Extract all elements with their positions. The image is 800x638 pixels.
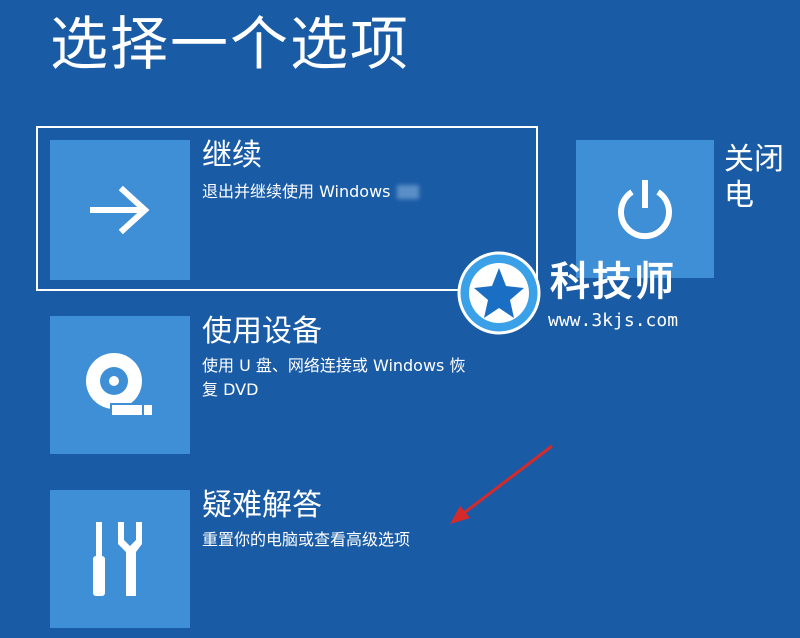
continue-desc: 退出并继续使用 Windows xyxy=(202,180,419,204)
watermark-title: 科技师 xyxy=(550,259,676,305)
page-title: 选择一个选项 xyxy=(50,10,411,78)
use-device-title: 使用设备 xyxy=(202,314,322,349)
watermark-logo-icon xyxy=(457,251,541,335)
troubleshoot-tile xyxy=(50,490,190,628)
tools-icon xyxy=(93,522,142,596)
troubleshoot-title: 疑难解答 xyxy=(202,488,322,523)
troubleshoot-desc: 重置你的电脑或查看高级选项 xyxy=(202,530,411,549)
disc-drive-icon xyxy=(86,353,152,417)
annotation-arrow xyxy=(450,444,553,524)
arrow-right-icon xyxy=(90,185,150,235)
use-device-desc-line2: 复 DVD xyxy=(202,380,259,399)
power-icon xyxy=(618,180,672,240)
continue-title: 继续 xyxy=(202,138,262,173)
shutdown-title: 关闭电 xyxy=(724,142,784,213)
continue-tile xyxy=(50,140,190,280)
watermark-url: www.3kjs.com xyxy=(548,310,679,331)
watermark: 科技师 www.3kjs.com xyxy=(456,251,706,338)
use-device-desc-line1: 使用 U 盘、网络连接或 Windows 恢 xyxy=(202,356,466,375)
use-device-tile xyxy=(50,316,190,454)
